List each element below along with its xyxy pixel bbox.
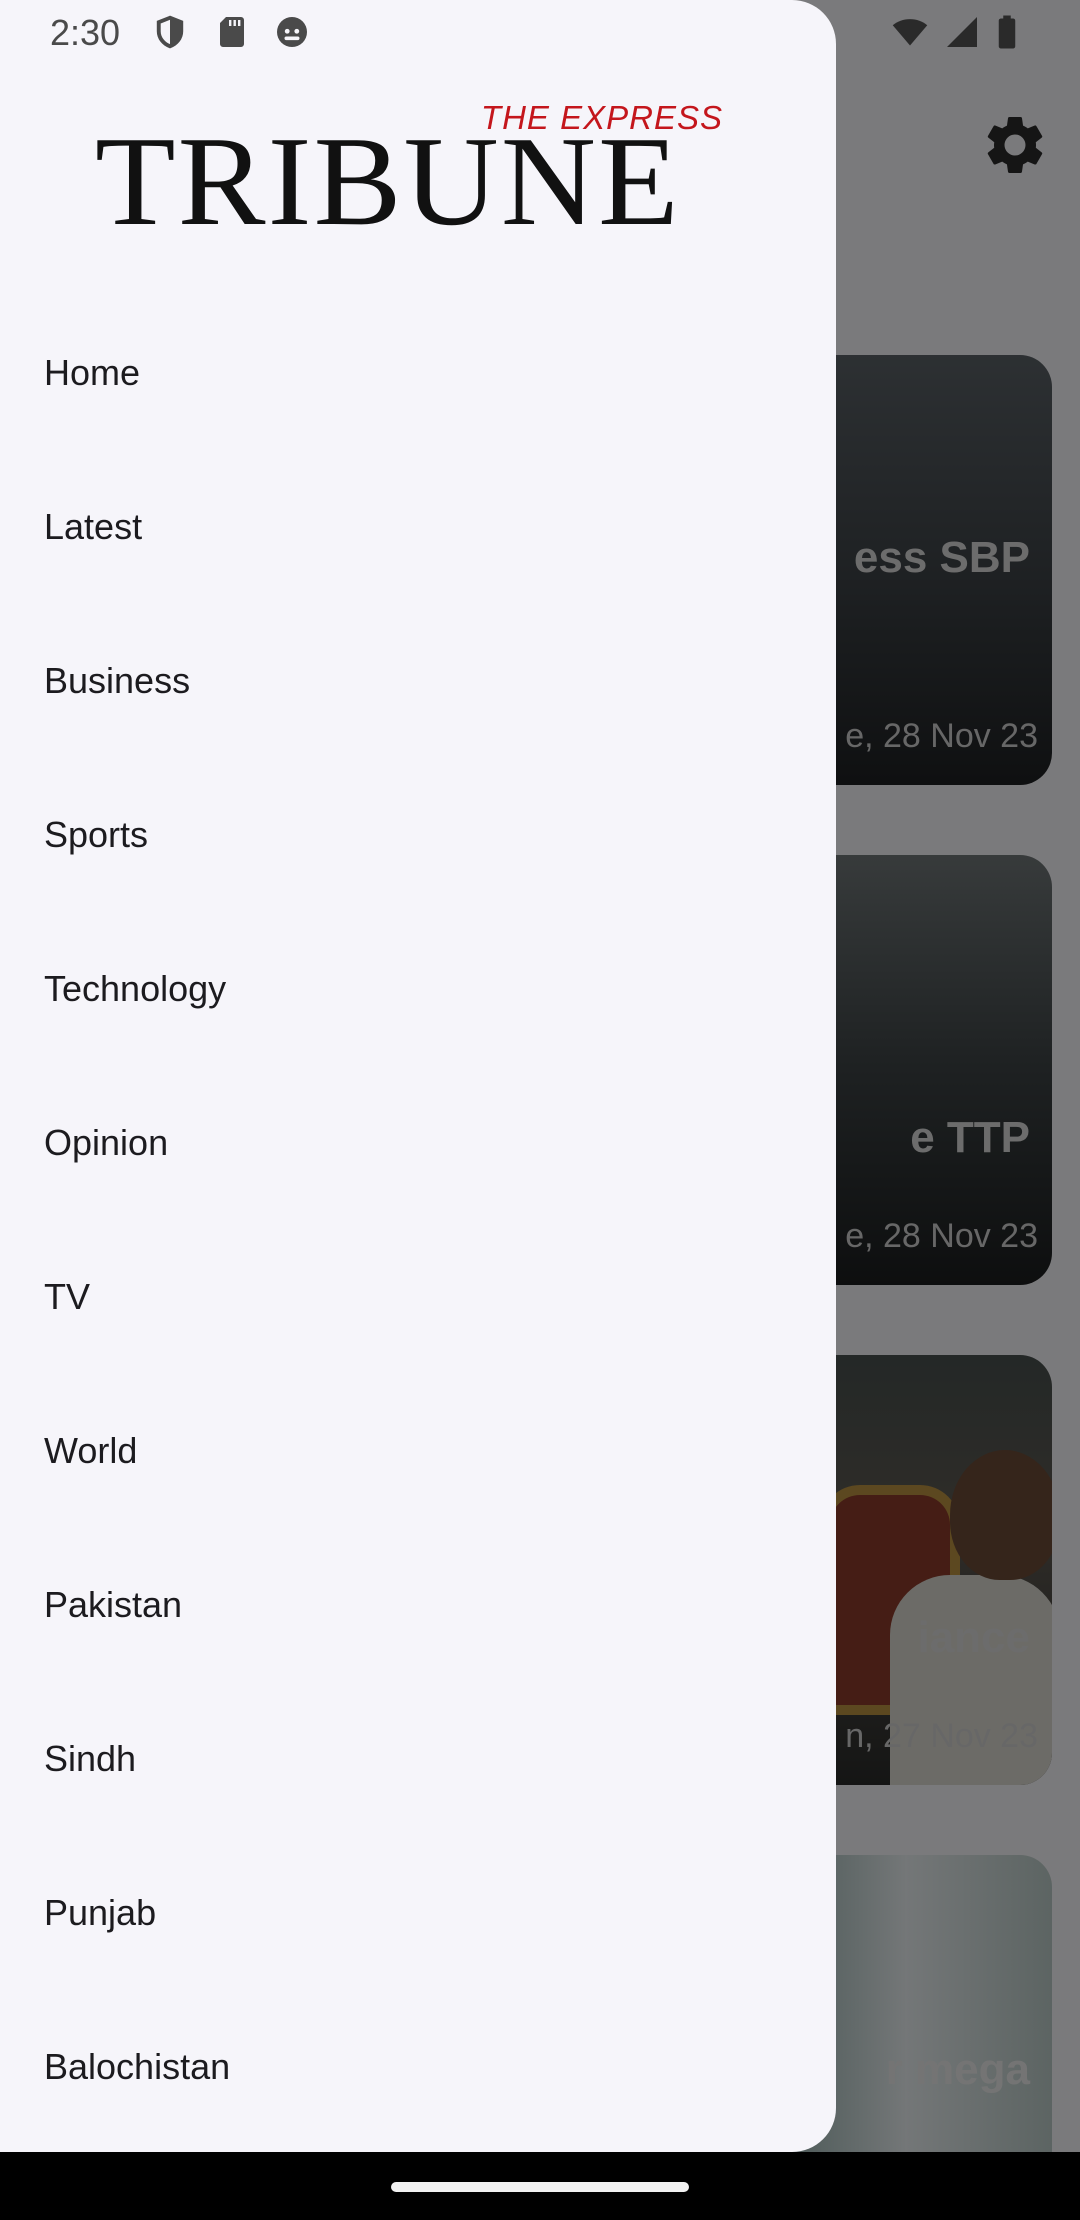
menu-item-sports[interactable]: Sports xyxy=(0,758,836,912)
menu-item-pakistan[interactable]: Pakistan xyxy=(0,1528,836,1682)
sd-card-icon xyxy=(220,17,244,47)
menu-item-latest[interactable]: Latest xyxy=(0,450,836,604)
status-time: 2:30 xyxy=(50,12,121,53)
status-right-icons xyxy=(890,14,1020,50)
battery-icon xyxy=(998,15,1016,49)
menu-item-technology[interactable]: Technology xyxy=(0,912,836,1066)
logo-main-text: TRIBUNE xyxy=(95,110,681,252)
tribune-logo[interactable]: THE EXPRESS TRIBUNE xyxy=(95,95,735,245)
shield-icon xyxy=(156,15,184,49)
drawer-menu: Home Latest Business Sports Technology O… xyxy=(0,296,836,2144)
system-navigation-bar xyxy=(0,2152,1080,2220)
menu-item-business[interactable]: Business xyxy=(0,604,836,758)
menu-item-opinion[interactable]: Opinion xyxy=(0,1066,836,1220)
menu-item-punjab[interactable]: Punjab xyxy=(0,1836,836,1990)
menu-item-tv[interactable]: TV xyxy=(0,1220,836,1374)
navigation-drawer: THE EXPRESS TRIBUNE Home Latest Business… xyxy=(0,0,836,2152)
wifi-icon xyxy=(892,19,928,46)
menu-item-home[interactable]: Home xyxy=(0,296,836,450)
status-bar: 2:30 xyxy=(0,0,1080,66)
menu-item-sindh[interactable]: Sindh xyxy=(0,1682,836,1836)
menu-item-balochistan[interactable]: Balochistan xyxy=(0,1990,836,2144)
home-gesture-handle[interactable] xyxy=(391,2182,689,2192)
screen: ess SBP e, 28 Nov 23 e TTP e, 28 Nov 23 … xyxy=(0,0,1080,2220)
android-debug-icon xyxy=(277,17,307,47)
cellular-signal-icon xyxy=(947,17,977,47)
menu-item-world[interactable]: World xyxy=(0,1374,836,1528)
